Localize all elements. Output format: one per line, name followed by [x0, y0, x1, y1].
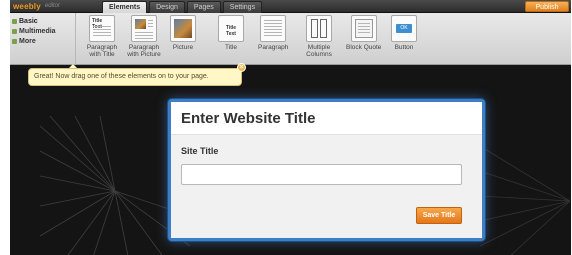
element-label: Button: [394, 44, 414, 51]
element-label: Block Quote: [346, 44, 382, 51]
elements-toolbar: Basic Multimedia More Title Text Paragra…: [10, 13, 571, 65]
icon-ok-text: OK: [396, 24, 412, 33]
picture-icon: [170, 15, 196, 42]
dialog-body: Site Title Save Title: [171, 135, 482, 238]
weebly-logo: weebly editor: [13, 2, 60, 11]
element-label: Title: [224, 44, 238, 51]
publish-button[interactable]: Publish: [525, 1, 569, 12]
category-multimedia[interactable]: Multimedia: [10, 26, 75, 36]
save-title-button[interactable]: Save Title: [416, 207, 462, 224]
category-basic[interactable]: Basic: [10, 16, 75, 26]
element-categories: Basic Multimedia More: [10, 13, 76, 65]
element-label: Picture: [172, 44, 194, 51]
icon-title-text: Title Text: [225, 25, 237, 37]
multiple-columns-icon: [306, 15, 332, 42]
top-bar: weebly editor Elements Design Pages Sett…: [10, 0, 571, 13]
bullet-icon: [12, 18, 17, 24]
element-block-quote[interactable]: Block Quote: [346, 15, 381, 51]
logo-suffix: editor: [44, 3, 60, 9]
category-label: More: [19, 37, 36, 45]
tab-settings[interactable]: Settings: [222, 1, 263, 13]
dialog-title: Enter Website Title: [181, 110, 316, 127]
dialog-header: Enter Website Title: [171, 102, 482, 135]
tooltip-close-icon[interactable]: ×: [237, 63, 246, 72]
element-label: Paragraph with Picture: [127, 44, 161, 58]
button-icon: OK: [391, 15, 417, 42]
paragraph-icon: [260, 15, 287, 42]
paragraph-with-title-icon: Title Text: [89, 15, 115, 42]
element-paragraph[interactable]: Paragraph: [258, 15, 288, 51]
main-tabs: Elements Design Pages Settings: [102, 1, 263, 13]
site-title-label: Site Title: [181, 146, 219, 156]
element-picture[interactable]: Picture: [170, 15, 196, 51]
tab-design[interactable]: Design: [149, 1, 185, 13]
title-icon: Title Text: [218, 15, 244, 42]
element-paragraph-with-picture[interactable]: Paragraph with Picture: [124, 15, 164, 58]
category-label: Basic: [19, 17, 38, 25]
site-title-input[interactable]: [181, 164, 462, 185]
website-title-dialog: Enter Website Title Site Title Save Titl…: [168, 99, 485, 241]
bullet-icon: [12, 38, 17, 44]
paragraph-with-picture-icon: [131, 15, 157, 42]
category-more[interactable]: More: [10, 36, 75, 46]
logo-text: weebly: [13, 2, 41, 11]
element-title[interactable]: Title Text Title: [218, 15, 244, 51]
element-paragraph-with-title[interactable]: Title Text Paragraph with Title: [85, 15, 119, 58]
element-label: Paragraph with Title: [86, 44, 118, 58]
drag-hint-tooltip: Great! Now drag one of these elements on…: [28, 68, 242, 86]
element-button[interactable]: OK Button: [391, 15, 417, 51]
element-label: Multiple Columns: [306, 44, 332, 58]
tab-pages[interactable]: Pages: [186, 1, 221, 13]
bullet-icon: [12, 28, 17, 34]
element-label: Paragraph: [258, 44, 289, 51]
category-label: Multimedia: [19, 27, 56, 35]
element-multiple-columns[interactable]: Multiple Columns: [302, 15, 336, 58]
background-rays-decoration: [480, 146, 570, 255]
block-quote-icon: [350, 15, 377, 42]
tab-elements[interactable]: Elements: [102, 1, 148, 13]
